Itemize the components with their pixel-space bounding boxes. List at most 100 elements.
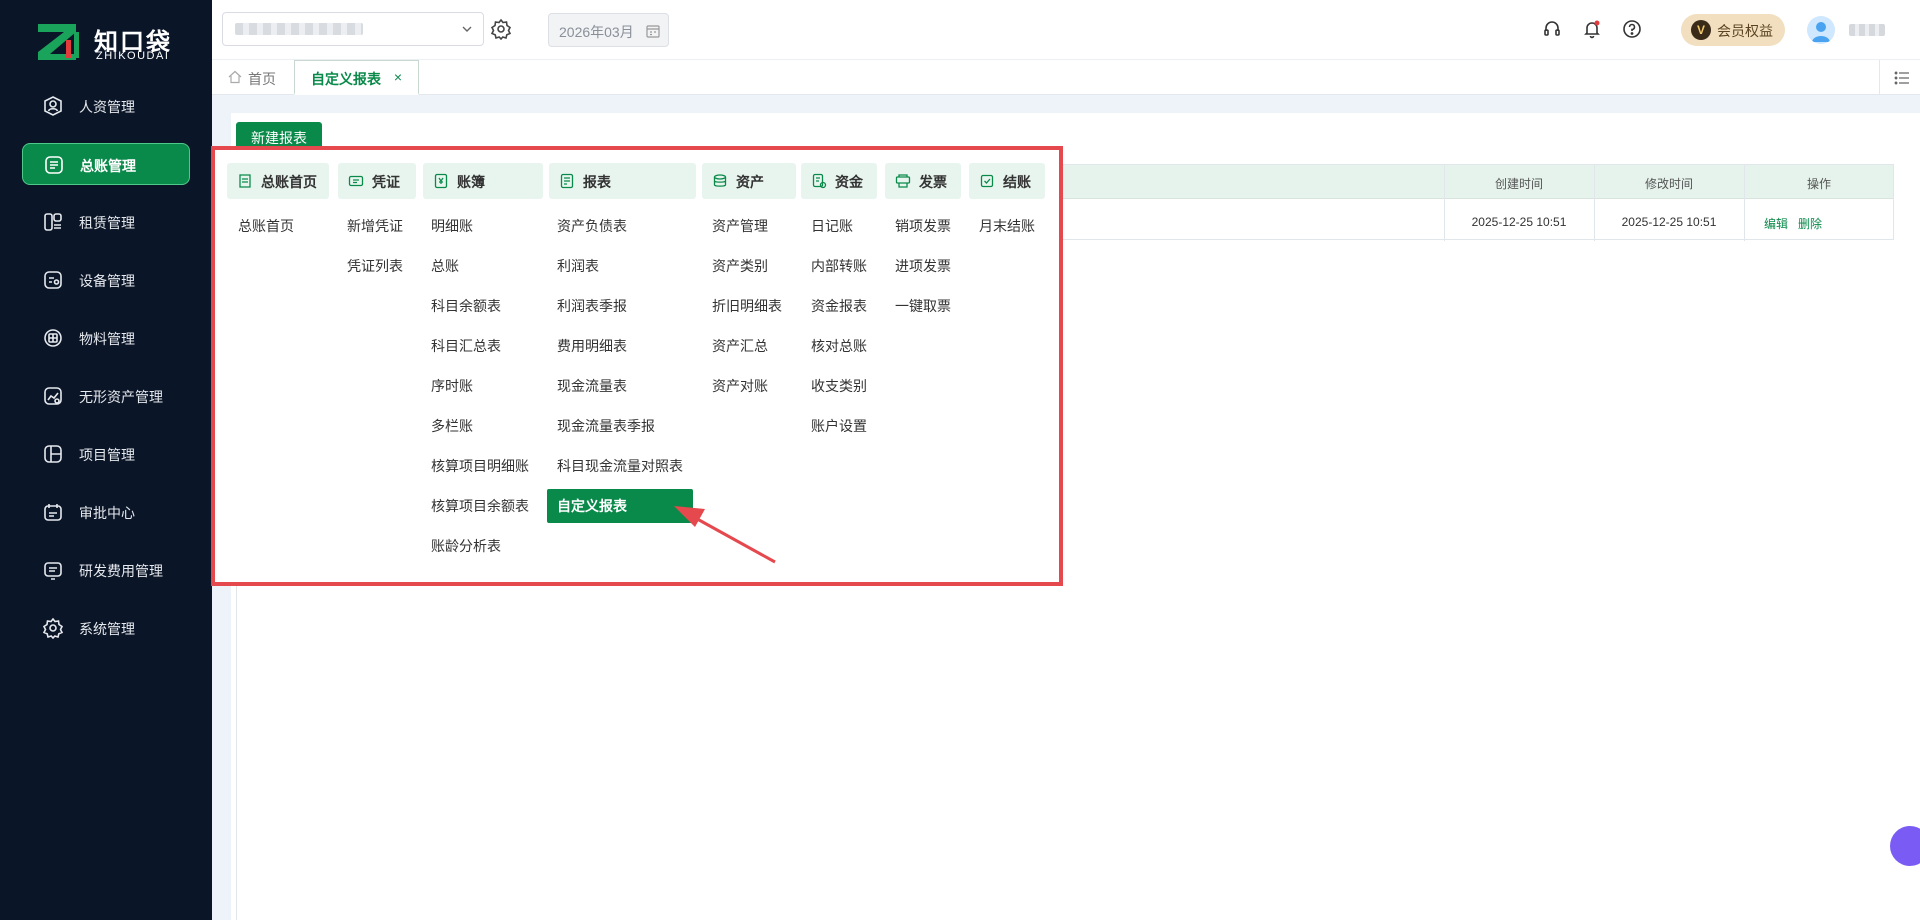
menu-item[interactable]: 总账首页	[238, 216, 294, 236]
username-redacted[interactable]	[1849, 24, 1885, 36]
topbar: 2026年03月 V 会员权益	[212, 0, 1920, 60]
menu-group-closing[interactable]: 结账	[969, 163, 1045, 199]
menu-item[interactable]: 资产负债表	[557, 216, 627, 236]
close-icon[interactable]: ×	[394, 69, 402, 85]
sidebar-item-label: 设备管理	[79, 273, 135, 289]
materials-icon	[44, 329, 62, 347]
menu-item[interactable]: 账户设置	[811, 416, 867, 436]
logo-mark-icon	[38, 24, 79, 60]
menu-item[interactable]: 科目现金流量对照表	[557, 456, 683, 476]
menu-item[interactable]: 销项发票	[895, 216, 951, 236]
column-header-modified: 修改时间	[1644, 177, 1693, 191]
menu-item[interactable]: 资金报表	[811, 296, 867, 316]
menu-item[interactable]: 新增凭证	[347, 216, 403, 236]
cell-created: 2025-12-25 10:51	[1471, 215, 1567, 229]
ledger-icon	[45, 156, 63, 174]
menu-group-title: 报表	[583, 174, 611, 190]
menu-group-ledger-home[interactable]: 总账首页	[227, 163, 329, 199]
edit-link[interactable]: 编辑	[1764, 217, 1788, 231]
menu-item[interactable]: 利润表季报	[557, 296, 627, 316]
sidebar-item-system[interactable]: 系统管理	[22, 607, 190, 649]
menu-group-funds[interactable]: 资金	[801, 163, 877, 199]
lease-icon	[44, 213, 62, 231]
menu-item[interactable]: 多栏账	[431, 416, 473, 436]
vip-benefits-button[interactable]: V 会员权益	[1681, 14, 1785, 46]
person-badge-icon	[44, 96, 62, 116]
sidebar-item-rd-expense[interactable]: 研发费用管理	[22, 549, 190, 591]
menu-item[interactable]: 资产类别	[712, 256, 768, 276]
sidebar-item-label: 审批中心	[79, 505, 135, 521]
menu-item[interactable]: 现金流量表	[557, 376, 627, 396]
menu-item[interactable]: 科目汇总表	[431, 336, 501, 356]
menu-item[interactable]: 收支类别	[811, 376, 867, 396]
menu-group-reports[interactable]: 报表	[549, 163, 696, 199]
menu-item[interactable]: 序时账	[431, 376, 473, 396]
menu-item[interactable]: 现金流量表季报	[557, 416, 655, 436]
tab-custom-report[interactable]: 自定义报表 ×	[294, 60, 419, 95]
menu-item[interactable]: 总账	[431, 256, 459, 276]
period-value: 2026年03月	[559, 24, 634, 40]
menu-item[interactable]: 月末结账	[979, 216, 1035, 236]
delete-link[interactable]: 删除	[1798, 217, 1822, 231]
menu-item[interactable]: 资产汇总	[712, 336, 768, 356]
menu-item[interactable]: 科目余额表	[431, 296, 501, 316]
sidebar-item-label: 项目管理	[79, 447, 135, 463]
menu-item[interactable]: 资产对账	[712, 376, 768, 396]
sidebar-item-approval[interactable]: 审批中心	[22, 491, 190, 533]
menu-item[interactable]: 日记账	[811, 216, 853, 236]
company-select[interactable]	[222, 12, 484, 46]
tab-label: 首页	[248, 71, 276, 87]
sidebar-item-ledger[interactable]: 总账管理	[22, 143, 190, 185]
home-ledger-icon	[239, 174, 251, 188]
menu-group-assets[interactable]: 资产	[702, 163, 796, 199]
menu-item[interactable]: 折旧明细表	[712, 296, 782, 316]
sidebar: 知口袋 ZHIKOUDAI 人资管理 总账管理 租赁管理 设备管理 物料管理 无…	[0, 0, 212, 920]
menu-item[interactable]: 进项发票	[895, 256, 951, 276]
sidebar-item-hr[interactable]: 人资管理	[22, 85, 190, 127]
calendar-icon	[646, 25, 660, 38]
vip-label: 会员权益	[1717, 23, 1773, 39]
menu-item[interactable]: 内部转账	[811, 256, 867, 276]
help-icon[interactable]	[1622, 19, 1642, 39]
ledger-mega-menu: 总账首页 总账首页 凭证 新增凭证 凭证列表 账簿 明细账 总账 科目余额表 科…	[211, 146, 1063, 586]
brand-logo[interactable]: 知口袋 ZHIKOUDAI	[36, 22, 186, 66]
menu-item[interactable]: 账龄分析表	[431, 536, 501, 556]
divider	[1879, 60, 1880, 95]
notification-bell-icon[interactable]	[1582, 19, 1602, 39]
book-icon	[434, 173, 448, 189]
menu-item[interactable]: 一键取票	[895, 296, 951, 316]
menu-group-books[interactable]: 账簿	[423, 163, 543, 199]
settings-gear-icon[interactable]	[490, 18, 512, 40]
tab-list-menu-icon[interactable]	[1894, 70, 1910, 86]
sidebar-item-label: 租赁管理	[79, 215, 135, 231]
rd-expense-icon	[44, 562, 62, 580]
menu-item-custom-report[interactable]: 自定义报表	[547, 489, 693, 523]
menu-group-title: 结账	[1003, 174, 1031, 190]
equipment-icon	[44, 271, 62, 289]
sidebar-item-project[interactable]: 项目管理	[22, 433, 190, 475]
menu-group-invoices[interactable]: 发票	[885, 163, 961, 199]
sidebar-item-label: 无形资产管理	[79, 389, 163, 405]
column-header-created: 创建时间	[1494, 177, 1543, 191]
menu-item[interactable]: 明细账	[431, 216, 473, 236]
menu-item[interactable]: 核算项目余额表	[431, 496, 529, 516]
menu-item[interactable]: 核对总账	[811, 336, 867, 356]
menu-item[interactable]: 费用明细表	[557, 336, 627, 356]
period-picker[interactable]: 2026年03月	[548, 13, 669, 47]
tabs-bar: 首页 自定义报表 ×	[212, 60, 1920, 95]
settings-gear-icon	[42, 617, 64, 639]
sidebar-item-intangible[interactable]: 无形资产管理	[22, 375, 190, 417]
sidebar-item-lease[interactable]: 租赁管理	[22, 201, 190, 243]
sidebar-item-equipment[interactable]: 设备管理	[22, 259, 190, 301]
menu-group-title: 账簿	[457, 174, 485, 190]
menu-item[interactable]: 凭证列表	[347, 256, 403, 276]
menu-group-voucher[interactable]: 凭证	[338, 163, 416, 199]
headset-icon[interactable]	[1542, 19, 1562, 39]
invoice-printer-icon	[895, 174, 911, 188]
avatar[interactable]	[1807, 16, 1835, 44]
menu-item[interactable]: 资产管理	[712, 216, 768, 236]
sidebar-item-label: 研发费用管理	[79, 563, 163, 579]
menu-item[interactable]: 核算项目明细账	[431, 456, 529, 476]
sidebar-item-materials[interactable]: 物料管理	[22, 317, 190, 359]
menu-item[interactable]: 利润表	[557, 256, 599, 276]
